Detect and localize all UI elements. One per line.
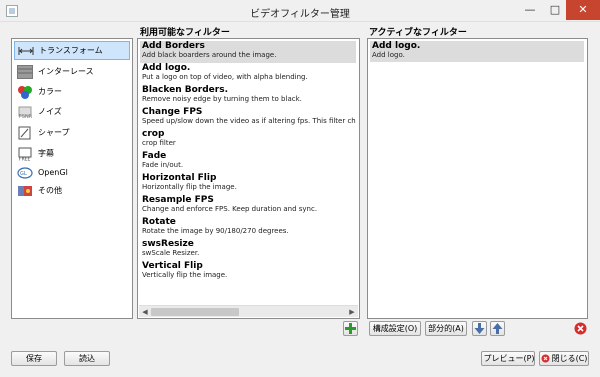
scroll-thumb[interactable] [151,308,239,316]
available-filter-list: Add Borders Add black boarders around th… [137,38,360,319]
opengl-icon: GL [17,166,33,180]
filter-name: Horizontal Flip [142,173,217,183]
filter-name: Change FPS [142,107,203,117]
filter-item-swsresize[interactable]: swsResize swScale Resizer. [140,239,356,261]
category-item-noise[interactable]: FSNR ノイズ [14,102,130,121]
filter-description: crop filter [142,139,176,147]
category-item-transform[interactable]: トランスフォーム [14,41,130,60]
category-item-misc[interactable]: その他 [14,181,130,200]
filter-item-fade[interactable]: Fade Fade in/out. [140,151,356,173]
filter-description: Change and enforce FPS. Keep duration an… [142,205,318,213]
category-item-subtitle[interactable]: FREE 字幕 [14,144,130,163]
category-item-opengl[interactable]: GL OpenGl [14,163,130,182]
close-window-button[interactable]: ✕ [566,0,600,20]
noise-icon: FSNR [17,105,33,120]
category-item-color[interactable]: カラー [14,82,130,101]
scroll-left-icon[interactable]: ◀ [140,307,150,317]
configure-button[interactable]: 構成設定(O) [369,321,421,336]
filter-description: Remove noisy edge by turning them to bla… [142,95,302,103]
filter-description: Fade in/out. [142,161,184,169]
filter-item-vertical-flip[interactable]: Vertical Flip Vertically flip the image. [140,261,356,283]
filter-description: Horizontally flip the image. [142,183,237,191]
filter-name: Add Borders [142,41,205,51]
arrow-down-icon [474,323,485,334]
category-list: トランスフォーム インターレース カラー FSNR ノイズ シャープ FREE … [11,38,133,319]
category-label: トランスフォーム [39,46,103,55]
filter-description: swScale Resizer. [142,249,200,257]
plus-icon [345,323,356,334]
filter-item-horizontal-flip[interactable]: Horizontal Flip Horizontally flip the im… [140,173,356,195]
partial-button[interactable]: 部分的(A) [425,321,467,336]
minimize-button[interactable]: — [516,0,544,20]
filter-name: Resample FPS [142,195,214,205]
horizontal-scrollbar[interactable]: ◀ ▶ [139,305,358,317]
transform-icon [18,44,34,58]
load-button[interactable]: 読込 [64,351,110,366]
filter-item-crop[interactable]: crop crop filter [140,129,356,151]
filter-name: Add logo. [372,41,421,51]
svg-text:GL: GL [20,171,27,177]
filter-name: Rotate [142,217,176,227]
preview-button[interactable]: プレビュー(P) [481,351,535,366]
available-filters-heading: 利用可能なフィルター [140,28,230,38]
filter-description: Put a logo on top of video, with alpha b… [142,73,308,81]
svg-text:FREE: FREE [19,156,31,161]
move-up-button[interactable] [490,321,505,336]
move-down-button[interactable] [472,321,487,336]
filter-name: Fade [142,151,167,161]
filter-name: Add logo. [142,63,191,73]
filter-description: Rotate the image by 90/180/270 degrees. [142,227,289,235]
window-title: ビデオフィルター管理 [250,9,350,20]
arrow-up-icon [492,323,503,334]
save-button[interactable]: 保存 [11,351,57,366]
filter-name: Vertical Flip [142,261,203,271]
category-item-sharpen[interactable]: シャープ [14,123,130,142]
filter-name: Blacken Borders. [142,85,228,95]
category-label: ノイズ [38,107,62,116]
svg-text:FSNR: FSNR [19,114,33,119]
category-label: その他 [38,186,62,195]
preview-label: プレビュー(P) [483,354,535,363]
filter-item-resample-fps[interactable]: Resample FPS Change and enforce FPS. Kee… [140,195,356,217]
filter-item-rotate[interactable]: Rotate Rotate the image by 90/180/270 de… [140,217,356,239]
filter-name: swsResize [142,239,194,249]
close-label: 閉じる(C) [551,354,588,363]
filter-description: Speed up/slow down the video as if alter… [142,117,356,125]
maximize-button[interactable]: □ [541,0,569,20]
subtitle-icon: FREE [17,147,33,162]
remove-icon [574,322,587,335]
close-icon [541,354,550,363]
category-label: 字幕 [38,149,54,158]
title-bar: ビデオフィルター管理 — □ ✕ [0,0,600,22]
category-label: インターレース [38,67,94,76]
category-item-interlace[interactable]: インターレース [14,62,130,81]
close-button[interactable]: 閉じる(C) [539,351,589,366]
filter-item-add-borders[interactable]: Add Borders Add black boarders around th… [140,41,356,63]
remove-filter-button[interactable] [574,322,587,335]
category-label: OpenGl [38,168,68,177]
filter-description: Add black boarders around the image. [142,51,277,59]
filter-description: Add logo. [372,51,405,59]
filter-name: crop [142,129,165,139]
scroll-right-icon[interactable]: ▶ [347,307,357,317]
filter-description: Vertically flip the image. [142,271,228,279]
filter-item-change-fps[interactable]: Change FPS Speed up/slow down the video … [140,107,356,129]
filter-item-blacken-borders[interactable]: Blacken Borders. Remove noisy edge by tu… [140,85,356,107]
add-filter-button[interactable] [343,321,358,336]
misc-icon [17,184,33,198]
active-filter-list: Add logo. Add logo. [367,38,588,319]
color-icon [17,85,33,99]
active-filter-item-add-logo[interactable]: Add logo. Add logo. [370,41,584,62]
filter-item-add-logo[interactable]: Add logo. Put a logo on top of video, wi… [140,63,356,85]
active-filters-heading: アクティブなフィルター [369,28,467,38]
sharpen-icon [17,126,33,140]
interlace-icon [17,64,33,79]
category-label: シャープ [38,128,70,137]
category-label: カラー [38,87,62,96]
